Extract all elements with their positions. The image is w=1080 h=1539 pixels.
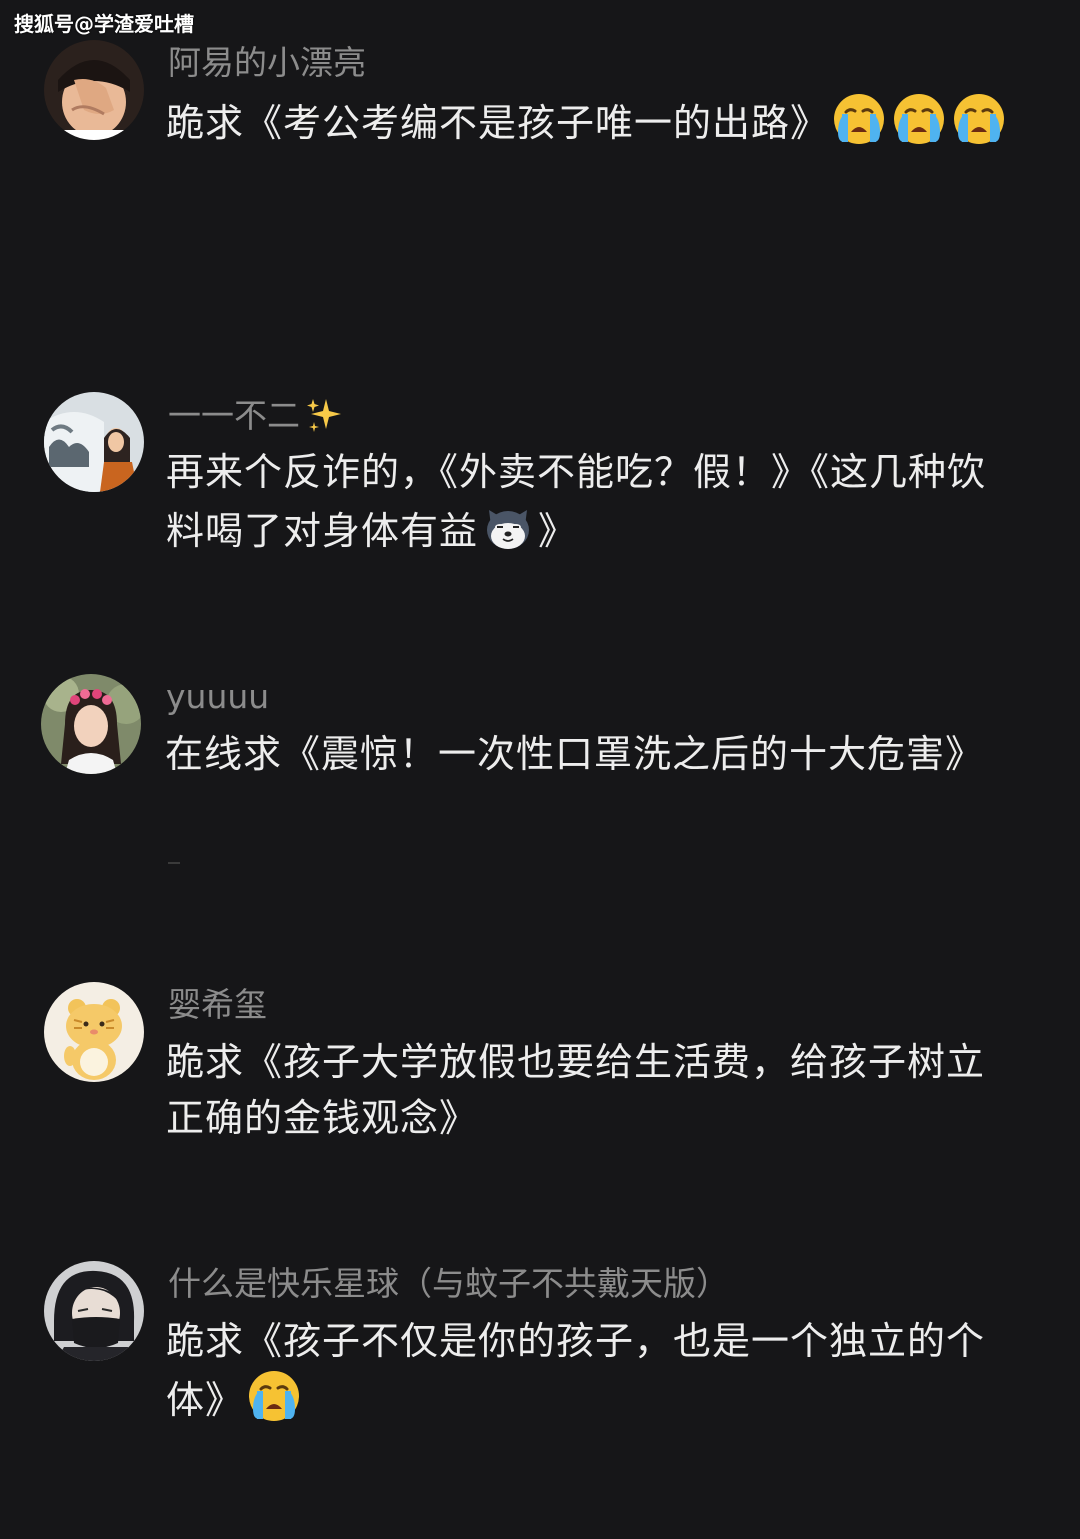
- husky-dog-face-icon: [481, 500, 535, 554]
- crying-face-icon: [892, 92, 946, 146]
- comment-text: 再来个反诈的，《外卖不能吃？假！》《这几种饮料喝了对身体有益》: [166, 444, 1016, 559]
- comment-text: 在线求《震惊！一次性口罩洗之后的十大危害》: [165, 726, 1015, 782]
- comment-text-body: 在线求《震惊！一次性口罩洗之后的十大危害》: [165, 732, 985, 776]
- comment-username-text: 一一不二: [168, 396, 300, 435]
- avatar[interactable]: [41, 674, 141, 774]
- comment-username[interactable]: yuuuu: [166, 677, 269, 717]
- divider: [168, 862, 180, 864]
- comment-text-tail: 》: [538, 509, 578, 553]
- crying-face-icon: [952, 92, 1006, 146]
- watermark: 搜狐号@学渣爱吐槽: [14, 12, 194, 36]
- sparkles-icon: [304, 395, 344, 435]
- avatar[interactable]: [44, 392, 144, 492]
- comment-username[interactable]: 阿易的小漂亮: [168, 43, 366, 83]
- avatar[interactable]: [44, 982, 144, 1082]
- avatar[interactable]: [44, 40, 144, 140]
- avatar[interactable]: [44, 1261, 144, 1361]
- comment-text: 跪求《孩子不仅是你的孩子，也是一个独立的个体》: [166, 1313, 1016, 1428]
- comment-username[interactable]: 婴希玺: [168, 985, 267, 1025]
- comment-text: 跪求《考公考编不是孩子唯一的出路》: [166, 92, 1016, 151]
- comment-username[interactable]: 一一不二: [168, 395, 344, 436]
- crying-face-icon: [247, 1369, 301, 1423]
- comment-text: 跪求《孩子大学放假也要给生活费，给孩子树立正确的金钱观念》: [166, 1034, 1016, 1146]
- comment-text-body: 跪求《考公考编不是孩子唯一的出路》: [166, 101, 830, 145]
- comment-username[interactable]: 什么是快乐星球（与蚊子不共戴天版）: [168, 1264, 729, 1304]
- crying-face-icon: [832, 92, 886, 146]
- comment-text-body: 跪求《孩子大学放假也要给生活费，给孩子树立正确的金钱观念》: [166, 1040, 986, 1140]
